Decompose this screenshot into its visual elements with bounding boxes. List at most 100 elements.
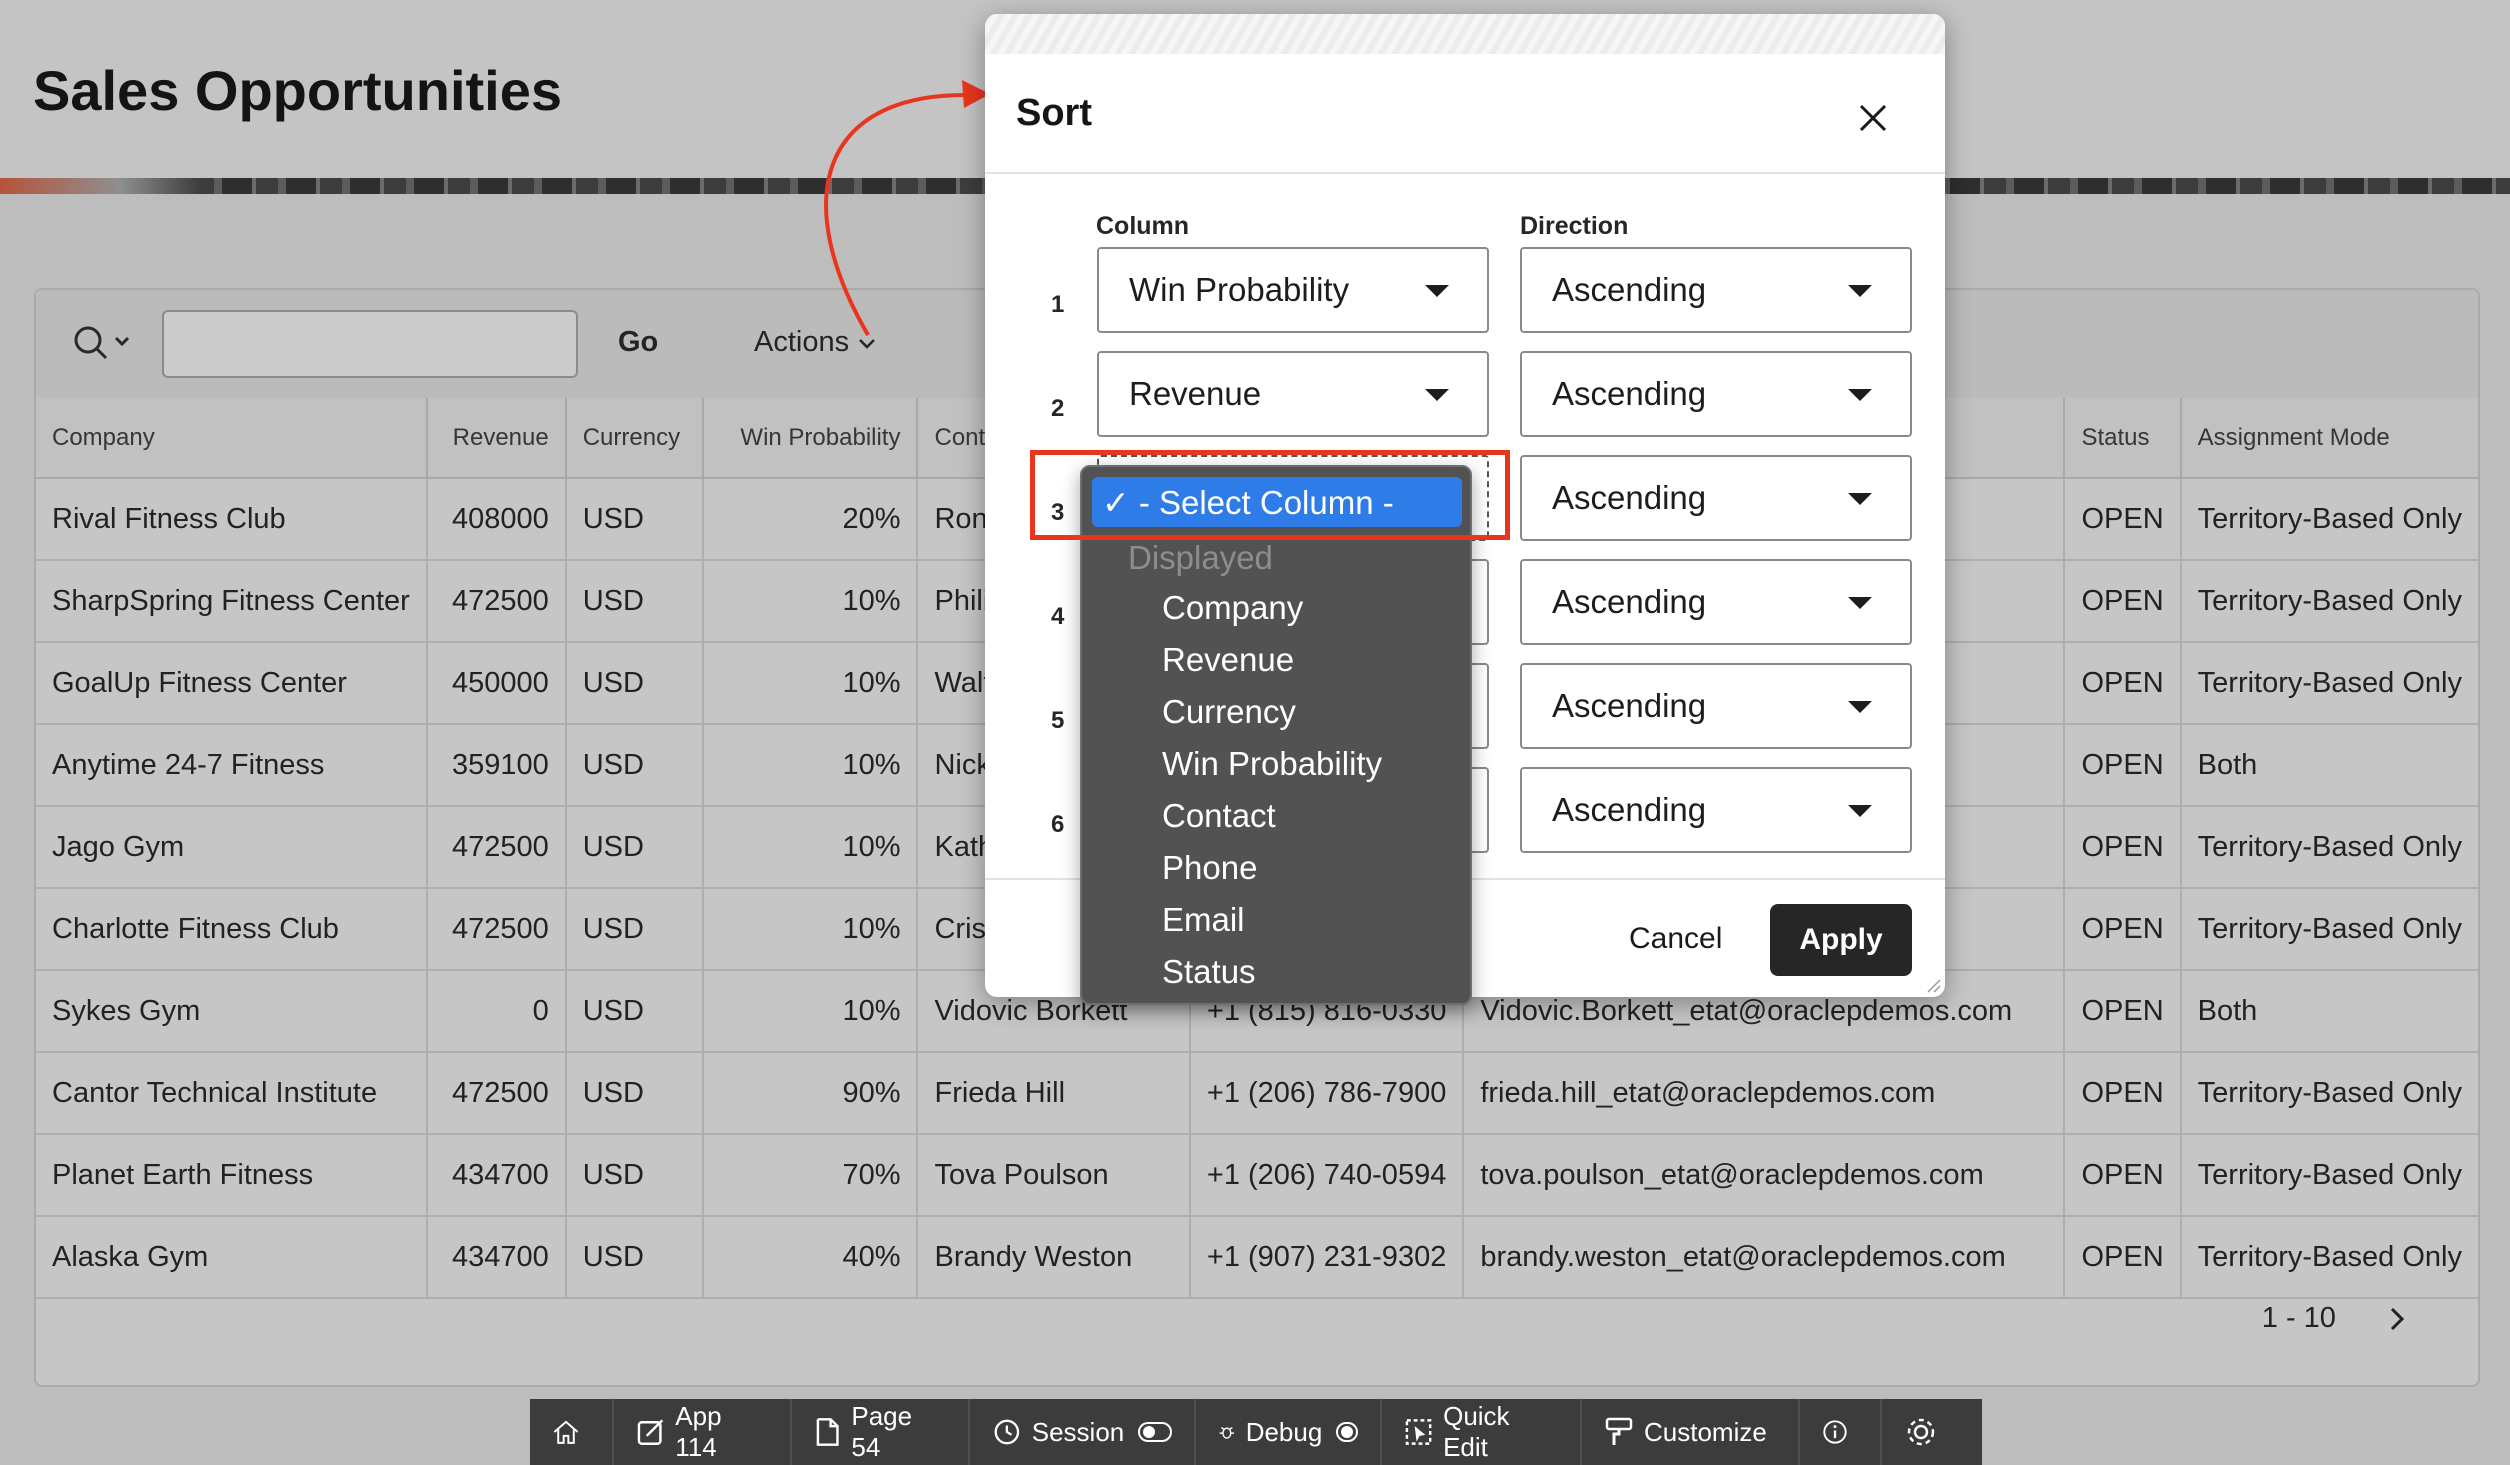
currency-cell: USD <box>565 1134 704 1217</box>
close-icon <box>1859 104 1887 132</box>
caret-down-icon <box>1848 389 1872 401</box>
assignment-mode-cell: Territory-Based Only <box>2180 806 2478 889</box>
currency-cell: USD <box>565 1216 704 1299</box>
revenue-cell: 472500 <box>426 806 567 889</box>
column-header-company[interactable]: Company <box>36 398 428 479</box>
column-header-assignment-mode[interactable]: Assignment Mode <box>2180 398 2478 479</box>
pagination: 1 - 10 <box>2262 1302 2408 1335</box>
dropdown-option[interactable]: Contact <box>1162 797 1276 835</box>
annotation-highlight-box <box>1030 450 1510 540</box>
sort-direction-select-5[interactable]: Ascending <box>1520 663 1912 749</box>
table-row: Planet Earth Fitness 434700 USD 70% Tova Pou… <box>36 1134 2478 1217</box>
debug-toggle[interactable] <box>1336 1422 1358 1442</box>
close-button[interactable] <box>1855 100 1891 136</box>
devbar-home-button[interactable] <box>530 1399 614 1465</box>
session-toggle[interactable] <box>1138 1422 1172 1442</box>
assignment-mode-cell: Both <box>2180 970 2478 1053</box>
select-value: Ascending <box>1552 271 1707 308</box>
search-input[interactable] <box>162 310 578 378</box>
sort-direction-select-1[interactable]: Ascending <box>1520 247 1912 333</box>
currency-cell: USD <box>565 642 704 725</box>
email-cell: tova.poulson_etat@oraclepdemos.com <box>1463 1134 2066 1217</box>
chevron-down-icon <box>859 339 876 349</box>
assignment-mode-cell: Territory-Based Only <box>2180 642 2478 725</box>
sort-column-select-2[interactable]: Revenue <box>1097 351 1489 437</box>
dropdown-option[interactable]: Currency <box>1162 693 1296 731</box>
actions-menu-button[interactable]: Actions <box>754 326 877 359</box>
column-dropdown-list: ✓ - Select Column - Displayed Company Re… <box>1080 465 1472 1005</box>
company-cell: SharpSpring Fitness Center <box>36 560 428 643</box>
currency-cell: USD <box>565 970 704 1053</box>
search-column-button[interactable] <box>68 322 138 366</box>
email-cell: brandy.weston_etat@oraclepdemos.com <box>1463 1216 2066 1299</box>
column-header-currency[interactable]: Currency <box>565 398 704 479</box>
column-heading: Column <box>1096 212 1190 240</box>
company-cell: Charlotte Fitness Club <box>36 888 428 971</box>
devbar-settings-button[interactable] <box>1882 1399 1982 1465</box>
page-title: Sales Opportunities <box>33 59 562 122</box>
caret-down-icon <box>1848 805 1872 817</box>
revenue-cell: 450000 <box>426 642 567 725</box>
column-header-win-probability[interactable]: Win Probability <box>702 398 919 479</box>
table-row: Alaska Gym 434700 USD 40% Brandy Weston +1 (9… <box>36 1216 2478 1299</box>
devbar-info-button[interactable] <box>1800 1399 1882 1465</box>
dropdown-option[interactable]: Status <box>1162 953 1256 991</box>
assignment-mode-cell: Both <box>2180 724 2478 807</box>
currency-cell: USD <box>565 478 704 561</box>
devbar-quick-edit-button[interactable]: Quick Edit <box>1382 1399 1582 1465</box>
column-header-revenue[interactable]: Revenue <box>426 398 567 479</box>
sort-row-number: 1 <box>1051 291 1065 318</box>
currency-cell: USD <box>565 1052 704 1135</box>
status-cell: OPEN <box>2064 970 2182 1053</box>
dropdown-option[interactable]: Win Probability <box>1162 745 1382 783</box>
status-cell: OPEN <box>2064 642 2182 725</box>
pagination-range: 1 - 10 <box>2261 1302 2336 1334</box>
dropdown-option[interactable]: Revenue <box>1162 641 1294 679</box>
sort-direction-select-6[interactable]: Ascending <box>1520 767 1912 853</box>
dropdown-option[interactable]: Phone <box>1162 849 1257 887</box>
assignment-mode-cell: Territory-Based Only <box>2180 1052 2478 1135</box>
sort-direction-select-2[interactable]: Ascending <box>1520 351 1912 437</box>
revenue-cell: 472500 <box>426 560 567 643</box>
company-cell: Anytime 24-7 Fitness <box>36 724 428 807</box>
devbar-session-button[interactable]: Session <box>970 1399 1196 1465</box>
status-cell: OPEN <box>2064 1216 2182 1299</box>
company-cell: Sykes Gym <box>36 970 428 1053</box>
sort-direction-select-4[interactable]: Ascending <box>1520 559 1912 645</box>
company-cell: Rival Fitness Club <box>36 478 428 561</box>
sort-direction-select-3[interactable]: Ascending <box>1520 455 1912 541</box>
go-button[interactable]: Go <box>618 326 658 359</box>
dropdown-option[interactable]: Company <box>1162 589 1303 627</box>
status-cell: OPEN <box>2064 888 2182 971</box>
brush-icon <box>1605 1417 1633 1445</box>
win-probability-cell: 20% <box>702 478 919 561</box>
status-cell: OPEN <box>2064 806 2182 889</box>
chevron-right-icon[interactable] <box>2386 1306 2408 1332</box>
edit-icon <box>637 1419 664 1445</box>
win-probability-cell: 70% <box>702 1134 919 1217</box>
sort-column-select-1[interactable]: Win Probability <box>1097 247 1489 333</box>
win-probability-cell: 10% <box>702 724 919 807</box>
select-value: Win Probability <box>1129 271 1350 308</box>
devbar-page-button[interactable]: Page 54 <box>792 1399 970 1465</box>
status-cell: OPEN <box>2064 1134 2182 1217</box>
cancel-button[interactable]: Cancel <box>1629 922 1722 956</box>
devbar-debug-button[interactable]: Debug <box>1196 1399 1382 1465</box>
home-icon <box>553 1420 579 1444</box>
column-header-status[interactable]: Status <box>2064 398 2182 479</box>
sort-row-number: 2 <box>1051 395 1065 422</box>
resize-grip-icon[interactable] <box>1925 977 1941 993</box>
dropdown-option[interactable]: Email <box>1162 901 1245 939</box>
devbar-quick-edit-label: Quick Edit <box>1443 1401 1510 1462</box>
company-cell: Cantor Technical Institute <box>36 1052 428 1135</box>
currency-cell: USD <box>565 888 704 971</box>
devbar-session-label: Session <box>1031 1416 1125 1447</box>
devbar-customize-button[interactable]: Customize <box>1582 1399 1800 1465</box>
devbar-debug-label: Debug <box>1245 1416 1323 1447</box>
phone-cell: +1 (206) 740-0594 <box>1189 1134 1465 1217</box>
email-cell: frieda.hill_etat@oraclepdemos.com <box>1463 1052 2066 1135</box>
devbar-app-button[interactable]: App 114 <box>614 1399 792 1465</box>
assignment-mode-cell: Territory-Based Only <box>2180 478 2478 561</box>
apply-button[interactable]: Apply <box>1770 904 1912 976</box>
devbar-app-label: App 114 <box>675 1401 722 1462</box>
